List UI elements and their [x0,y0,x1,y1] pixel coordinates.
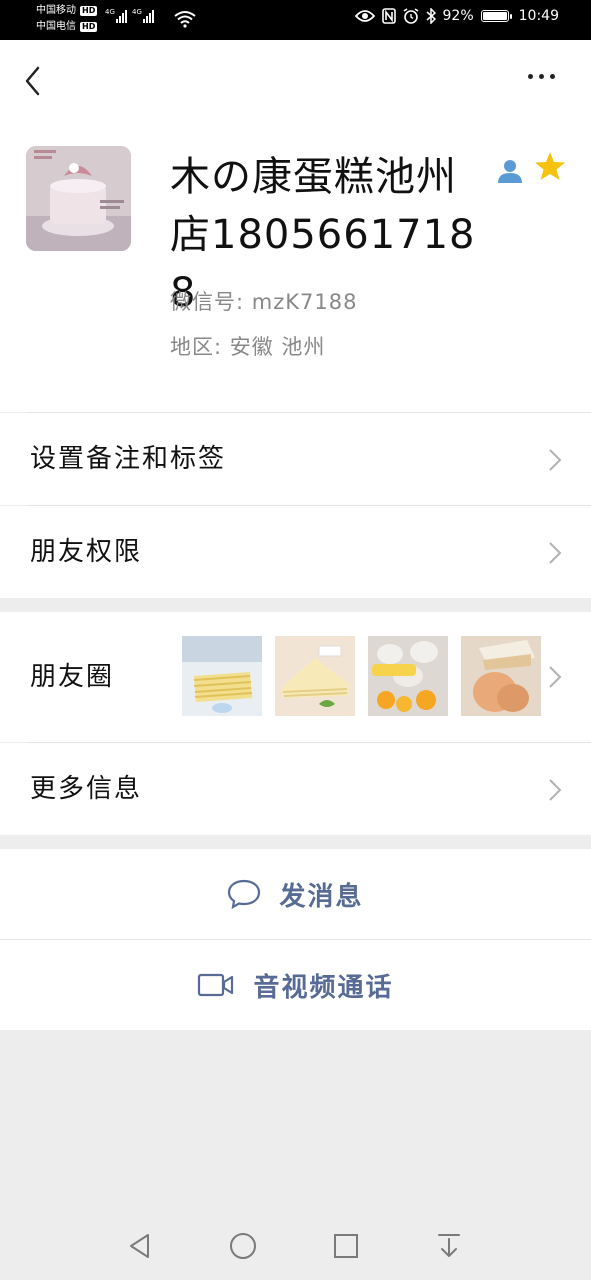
wifi-icon [174,11,196,28]
moments-photo-4 [461,636,541,716]
nav-back-icon[interactable] [126,1232,154,1260]
friend-permissions-row[interactable]: 朋友权限 [0,506,591,598]
signal-icons: 4G 4G [105,8,154,23]
hd-badge-2: HD [80,22,98,32]
cake-avatar-image [26,146,131,251]
chevron-right-icon [549,542,562,564]
video-camera-icon [198,973,234,997]
eye-icon [354,10,375,22]
moments-thumbnails [182,636,541,716]
battery-percent: 92% [442,8,474,24]
signal-1-icon: 4G [105,8,127,23]
nav-recents-icon[interactable] [332,1232,360,1260]
carrier-2: 中国电信 [36,21,76,32]
contact-person-icon[interactable] [496,158,524,184]
video-call-label: 音视频通话 [253,972,394,1003]
carrier-1: 中国移动 [36,5,76,16]
system-navigation-bar [0,1210,591,1280]
moments-label: 朋友圈 [30,662,115,692]
chat-bubble-icon [228,879,261,909]
moments-photo-1 [182,636,262,716]
wechat-id: 微信号: mzK7188 [170,290,358,314]
carrier-info: 中国移动 HD 中国电信 HD [36,3,98,35]
status-bar: 中国移动 HD 中国电信 HD 4G 4G 92% 10:49 [0,0,591,40]
more-info-row[interactable]: 更多信息 [0,743,591,835]
signal-2-icon: 4G [132,8,154,23]
friend-permissions-label: 朋友权限 [30,537,143,567]
battery-icon [480,10,512,22]
moments-photo-3 [368,636,448,716]
nav-notification-pulldown-icon[interactable] [435,1232,463,1260]
send-message-button[interactable]: 发消息 [0,849,591,939]
nfc-icon [381,8,396,24]
star-icon[interactable] [534,150,566,182]
chevron-right-icon [549,779,562,801]
set-remark-label: 设置备注和标签 [30,444,227,474]
set-remark-row[interactable]: 设置备注和标签 [0,413,591,505]
more-options-button[interactable] [528,74,562,86]
chevron-right-icon [549,449,562,471]
profile-card: 木の康蛋糕池州店18056617188 微信号: mzK7188 地区: 安徽 … [0,40,591,412]
hd-badge-1: HD [80,6,98,16]
nav-home-icon[interactable] [229,1232,257,1260]
send-message-label: 发消息 [279,881,364,912]
status-right: 92% 10:49 [354,8,559,24]
clock: 10:49 [518,8,559,24]
back-button[interactable] [22,64,46,98]
more-info-label: 更多信息 [30,774,143,804]
moments-photo-2 [275,636,355,716]
region: 地区: 安徽 池州 [170,335,326,359]
bluetooth-icon [426,8,436,24]
alarm-icon [403,8,418,24]
avatar[interactable] [26,146,131,251]
moments-row[interactable]: 朋友圈 [0,612,591,742]
chevron-right-icon [549,666,562,688]
video-call-button[interactable]: 音视频通话 [0,940,591,1030]
